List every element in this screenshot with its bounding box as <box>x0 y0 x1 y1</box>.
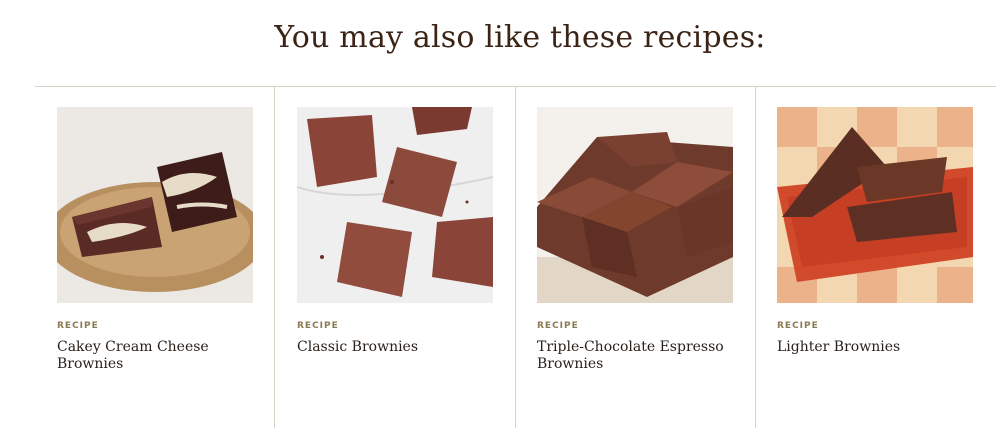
recipe-type-label: RECIPE <box>777 321 819 331</box>
column-divider <box>755 87 756 428</box>
recipe-image[interactable] <box>777 107 973 303</box>
recipe-image[interactable] <box>297 107 493 303</box>
recipe-card-classic-brownies[interactable]: RECIPE Classic Brownies <box>297 107 493 356</box>
recipe-title[interactable]: Lighter Brownies <box>777 339 973 356</box>
recipe-type-label: RECIPE <box>297 321 339 331</box>
recipe-title[interactable]: Triple-Chocolate Espresso Brownies <box>537 339 733 373</box>
recipe-type-label: RECIPE <box>537 321 579 331</box>
recipe-card-cakey-cream-cheese[interactable]: RECIPE Cakey Cream Cheese Brownies <box>57 107 253 373</box>
recipe-card-lighter-brownies[interactable]: RECIPE Lighter Brownies <box>777 107 973 356</box>
recipe-card-triple-chocolate-espresso[interactable]: RECIPE Triple-Chocolate Espresso Brownie… <box>537 107 733 373</box>
recipe-image[interactable] <box>57 107 253 303</box>
recipe-type-label: RECIPE <box>57 321 99 331</box>
column-divider <box>274 87 275 428</box>
recipe-image[interactable] <box>537 107 733 303</box>
recipe-title[interactable]: Classic Brownies <box>297 339 493 356</box>
column-divider <box>515 87 516 428</box>
section-heading: You may also like these recipes: <box>274 20 766 55</box>
recipe-title[interactable]: Cakey Cream Cheese Brownies <box>57 339 253 373</box>
